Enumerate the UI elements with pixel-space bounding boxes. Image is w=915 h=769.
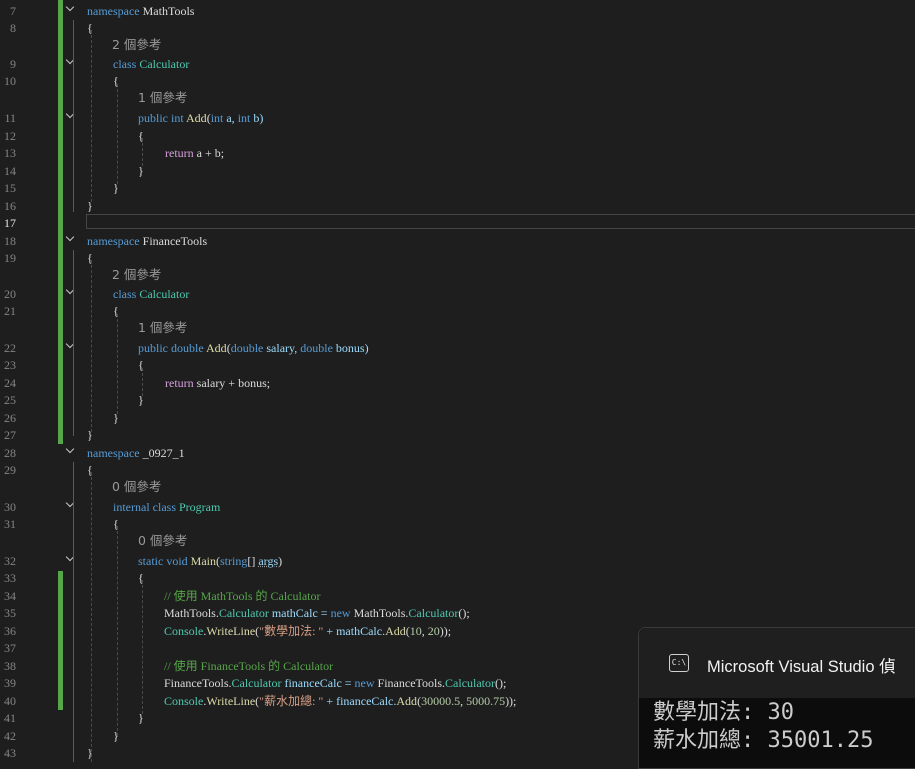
code-line[interactable]: { bbox=[138, 356, 144, 374]
line-number: 25 bbox=[4, 393, 16, 407]
code-line[interactable]: } bbox=[138, 162, 144, 180]
line-number: 10 bbox=[4, 74, 16, 88]
line-number: 34 bbox=[4, 589, 16, 603]
code-line[interactable]: } bbox=[87, 426, 93, 444]
line-number: 13 bbox=[4, 146, 16, 160]
codelens-references[interactable]: 2 個參考 bbox=[112, 266, 161, 284]
code-line[interactable]: public int Add(int a, int b) bbox=[138, 109, 263, 127]
code-line[interactable]: MathTools.Calculator mathCalc = new Math… bbox=[164, 604, 470, 622]
line-number: 43 bbox=[4, 746, 16, 760]
code-line[interactable]: { bbox=[113, 72, 119, 90]
code-line[interactable]: { bbox=[87, 461, 93, 479]
indent-guide bbox=[91, 30, 92, 202]
line-number: 11 bbox=[4, 111, 16, 125]
code-line[interactable]: { bbox=[87, 249, 93, 267]
codelens-references[interactable]: 0 個參考 bbox=[112, 478, 161, 496]
line-number: 39 bbox=[4, 676, 16, 690]
line-number: 20 bbox=[4, 287, 16, 301]
code-line[interactable]: } bbox=[113, 179, 119, 197]
code-line[interactable]: } bbox=[113, 409, 119, 427]
console-output-line: 薪水加總: 35001.25 bbox=[653, 728, 874, 753]
line-number: 22 bbox=[4, 341, 16, 355]
line-number: 14 bbox=[4, 164, 16, 178]
outline-scope-line bbox=[73, 250, 74, 436]
code-line[interactable]: class Calculator bbox=[113, 55, 189, 73]
code-line[interactable]: { bbox=[113, 515, 119, 533]
outline-scope-line bbox=[73, 462, 74, 762]
code-line[interactable]: // 使用 FinanceTools 的 Calculator bbox=[164, 657, 333, 675]
line-number: 29 bbox=[4, 463, 16, 477]
code-line[interactable]: public double Add(double salary, double … bbox=[138, 339, 369, 357]
line-number: 42 bbox=[4, 729, 16, 743]
line-number: 7 bbox=[10, 4, 16, 18]
line-number: 16 bbox=[4, 199, 16, 213]
code-line[interactable]: Console.WriteLine("薪水加總: " + financeCalc… bbox=[164, 692, 516, 710]
code-line[interactable]: { bbox=[138, 127, 144, 145]
code-line[interactable]: return a + b; bbox=[165, 144, 224, 162]
code-line[interactable]: } bbox=[113, 727, 119, 745]
line-number: 24 bbox=[4, 376, 16, 390]
codelens-references[interactable]: 1 個參考 bbox=[138, 89, 187, 107]
indent-guide bbox=[117, 314, 118, 414]
console-title: Microsoft Visual Studio 偵 bbox=[707, 658, 896, 676]
line-number: 38 bbox=[4, 659, 16, 673]
line-number: 36 bbox=[4, 624, 16, 638]
outline-scope-line bbox=[73, 20, 74, 212]
code-line[interactable]: namespace FinanceTools bbox=[87, 232, 207, 250]
line-number: 21 bbox=[4, 304, 16, 318]
code-line[interactable]: static void Main(string[] args) bbox=[138, 552, 282, 570]
change-indicator-bar bbox=[58, 0, 63, 444]
codelens-references[interactable]: 2 個參考 bbox=[112, 36, 161, 54]
line-number: 32 bbox=[4, 554, 16, 568]
code-line[interactable]: { bbox=[113, 302, 119, 320]
line-number: 12 bbox=[4, 129, 16, 143]
line-number: 8 bbox=[10, 21, 16, 35]
line-number: 19 bbox=[4, 251, 16, 265]
codelens-references[interactable]: 1 個參考 bbox=[138, 319, 187, 337]
code-line[interactable]: namespace _0927_1 bbox=[87, 444, 185, 462]
code-line[interactable]: class Calculator bbox=[113, 285, 189, 303]
code-line[interactable]: FinanceTools.Calculator financeCalc = ne… bbox=[164, 674, 506, 692]
change-indicator-bar bbox=[58, 571, 63, 710]
line-number-current: 17 bbox=[4, 216, 16, 230]
line-number: 37 bbox=[4, 641, 16, 655]
line-number: 41 bbox=[4, 711, 16, 725]
codelens-references[interactable]: 0 個參考 bbox=[138, 532, 187, 550]
line-number: 27 bbox=[4, 428, 16, 442]
line-number: 28 bbox=[4, 446, 16, 460]
code-line[interactable]: } bbox=[138, 709, 144, 727]
code-line[interactable]: } bbox=[138, 391, 144, 409]
indent-guide bbox=[91, 260, 92, 432]
line-number: 18 bbox=[4, 234, 16, 248]
console-output-line: 數學加法: 30 bbox=[653, 700, 794, 725]
code-line[interactable]: } bbox=[87, 744, 93, 762]
code-line[interactable]: namespace MathTools bbox=[87, 2, 194, 20]
line-number: 30 bbox=[4, 500, 16, 514]
code-line[interactable]: { bbox=[87, 19, 93, 37]
code-line[interactable]: } bbox=[87, 197, 93, 215]
indent-guide bbox=[117, 84, 118, 184]
line-number: 31 bbox=[4, 517, 16, 531]
code-line[interactable]: { bbox=[138, 569, 144, 587]
debug-console-window[interactable]: C:\ Microsoft Visual Studio 偵 數學加法: 30 薪… bbox=[638, 627, 915, 769]
code-line[interactable]: // 使用 MathTools 的 Calculator bbox=[164, 587, 320, 605]
code-line[interactable]: internal class Program bbox=[113, 498, 220, 516]
line-number: 23 bbox=[4, 358, 16, 372]
terminal-icon: C:\ bbox=[669, 654, 689, 672]
line-number: 35 bbox=[4, 606, 16, 620]
line-number: 40 bbox=[4, 694, 16, 708]
indent-guide bbox=[91, 472, 92, 762]
line-number: 33 bbox=[4, 571, 16, 585]
current-line-highlight bbox=[86, 214, 915, 229]
console-title-bar[interactable]: C:\ Microsoft Visual Studio 偵 bbox=[639, 628, 915, 698]
code-line[interactable]: Console.WriteLine("數學加法: " + mathCalc.Ad… bbox=[164, 622, 451, 640]
line-number: 26 bbox=[4, 411, 16, 425]
indent-guide bbox=[117, 526, 118, 736]
line-number: 15 bbox=[4, 181, 16, 195]
line-number: 9 bbox=[10, 57, 16, 71]
indent-guide bbox=[142, 580, 143, 714]
code-line[interactable]: return salary + bonus; bbox=[165, 374, 270, 392]
